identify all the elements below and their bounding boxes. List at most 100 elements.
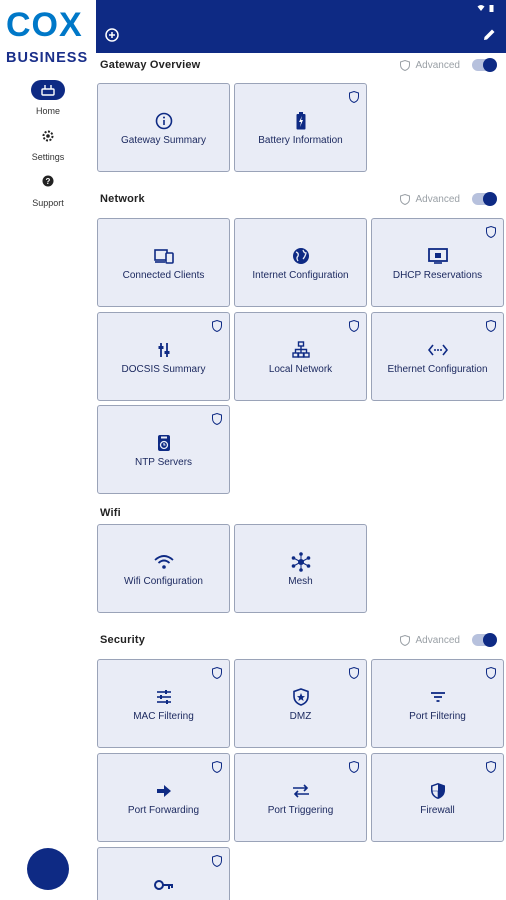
shield-icon — [399, 634, 410, 646]
battery-icon — [296, 112, 305, 130]
shield-icon — [486, 226, 496, 238]
tile-label: Mesh — [288, 576, 313, 587]
tile-gateway-summary[interactable]: Gateway Summary — [97, 83, 230, 172]
section-title: Gateway Overview — [100, 59, 201, 71]
arrow-right-icon — [156, 785, 171, 797]
tile-dhcp-reservations[interactable]: DHCP Reservations — [371, 218, 504, 307]
top-app-bar — [96, 0, 506, 53]
tile-ethernet-configuration[interactable]: Ethernet Configuration — [371, 312, 504, 401]
devices-icon — [153, 249, 174, 264]
tile-ntp-servers[interactable]: NTP Servers — [97, 405, 230, 494]
nav-item-settings[interactable]: Settings — [0, 126, 96, 162]
wifi-status-icon — [477, 5, 485, 11]
wifi-icon — [153, 555, 174, 569]
shield-icon — [486, 761, 496, 773]
filter-icon — [430, 692, 445, 702]
shield-icon — [486, 320, 496, 332]
tile-label: Port Filtering — [409, 711, 466, 722]
shield-icon — [212, 320, 222, 332]
key-icon — [153, 880, 173, 890]
tile-port-triggering[interactable]: Port Triggering — [234, 753, 367, 842]
tile-label: DOCSIS Summary — [121, 364, 206, 375]
nav-label-settings: Settings — [31, 152, 65, 162]
network-tree-icon — [291, 341, 310, 358]
add-circle-icon[interactable] — [105, 28, 119, 42]
tile-security-key[interactable] — [97, 847, 230, 900]
tile-firewall[interactable]: Firewall — [371, 753, 504, 842]
cox-business-logo: COX BUSINESS — [6, 8, 94, 72]
tile-label: MAC Filtering — [133, 711, 194, 722]
router-icon — [31, 80, 65, 100]
shield-icon — [349, 667, 359, 679]
tile-label: Wifi Configuration — [124, 576, 203, 587]
tile-label: Port Forwarding — [127, 805, 200, 816]
shield-icon — [212, 855, 222, 867]
tile-label: Port Triggering — [267, 805, 334, 816]
tile-internet-configuration[interactable]: Internet Configuration — [234, 218, 367, 307]
svg-text:?: ? — [46, 177, 51, 186]
edit-icon[interactable] — [482, 28, 496, 42]
shield-icon — [486, 667, 496, 679]
tile-label: NTP Servers — [134, 457, 193, 468]
section-header-security: Security Advanced — [100, 631, 497, 649]
info-icon — [155, 112, 172, 130]
tile-label: DMZ — [289, 711, 312, 722]
advanced-toggle-group: Advanced — [399, 633, 497, 647]
floating-action-button[interactable] — [27, 848, 69, 890]
section-title: Security — [100, 634, 146, 646]
help-icon: ? — [31, 172, 65, 192]
globe-icon — [292, 248, 309, 264]
advanced-label: Advanced — [415, 634, 460, 646]
section-header-wifi: Wifi — [100, 504, 496, 522]
nav-item-support[interactable]: ? Support — [0, 172, 96, 208]
navigation-rail: COX BUSINESS Home Settings ? Support — [0, 0, 96, 900]
section-header-network: Network Advanced — [100, 190, 497, 208]
tile-mesh[interactable]: Mesh — [234, 524, 367, 613]
shield-icon — [212, 761, 222, 773]
tile-label: Battery Information — [258, 135, 343, 146]
tile-label: Internet Configuration — [252, 270, 349, 281]
battery-status-icon — [489, 5, 494, 12]
advanced-toggle[interactable] — [472, 192, 497, 206]
shield-star-icon — [292, 688, 309, 706]
tile-connected-clients[interactable]: Connected Clients — [97, 218, 230, 307]
advanced-toggle-group: Advanced — [399, 58, 497, 72]
shield-icon — [349, 320, 359, 332]
tile-port-filtering[interactable]: Port Filtering — [371, 659, 504, 748]
nav-item-home[interactable]: Home — [0, 80, 96, 116]
shield-icon — [349, 91, 359, 103]
server-clock-icon — [157, 435, 170, 451]
tile-battery-information[interactable]: Battery Information — [234, 83, 367, 172]
nav-label-support: Support — [32, 198, 64, 208]
docsis-icon — [158, 343, 169, 357]
tile-label: Connected Clients — [122, 270, 205, 281]
advanced-toggle[interactable] — [472, 633, 497, 647]
tile-label: Firewall — [420, 805, 455, 816]
tile-label: Ethernet Configuration — [387, 364, 488, 375]
tile-port-forwarding[interactable]: Port Forwarding — [97, 753, 230, 842]
tile-label: Gateway Summary — [120, 135, 207, 146]
shield-icon — [212, 667, 222, 679]
advanced-label: Advanced — [415, 193, 460, 205]
sliders-icon — [156, 690, 171, 704]
firewall-shield-icon — [430, 783, 445, 799]
section-title: Network — [100, 193, 145, 205]
tile-label: Local Network — [268, 364, 333, 375]
dhcp-icon — [427, 248, 448, 264]
tile-docsis-summary[interactable]: DOCSIS Summary — [97, 312, 230, 401]
tile-dmz[interactable]: DMZ — [234, 659, 367, 748]
shield-icon — [399, 193, 410, 205]
tile-local-network[interactable]: Local Network — [234, 312, 367, 401]
shield-icon — [349, 761, 359, 773]
shield-icon — [399, 59, 410, 71]
tile-mac-filtering[interactable]: MAC Filtering — [97, 659, 230, 748]
nav-label-home: Home — [35, 106, 60, 116]
gear-icon — [31, 126, 65, 146]
swap-arrows-icon — [292, 784, 309, 798]
advanced-toggle[interactable] — [472, 58, 497, 72]
tile-label: DHCP Reservations — [392, 270, 483, 281]
section-title: Wifi — [100, 507, 121, 519]
logo-subtext: BUSINESS — [6, 50, 89, 66]
section-header-gateway: Gateway Overview Advanced — [100, 56, 497, 74]
tile-wifi-configuration[interactable]: Wifi Configuration — [97, 524, 230, 613]
